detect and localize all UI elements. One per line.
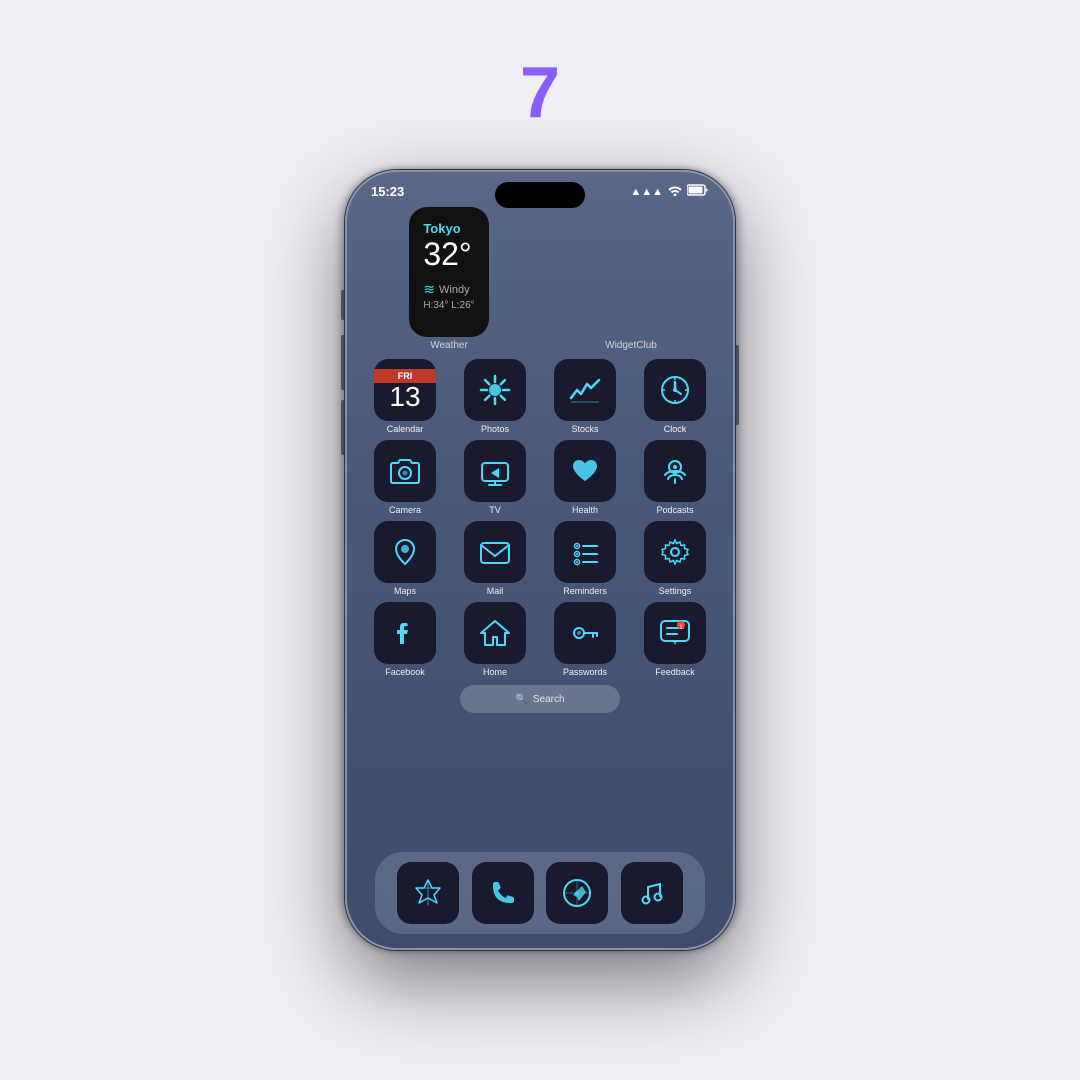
tv-icon (464, 440, 526, 502)
status-icons: ▲▲▲ (630, 184, 709, 199)
weather-city: Tokyo (423, 221, 474, 236)
facebook-label: Facebook (385, 667, 425, 677)
stocks-icon (554, 359, 616, 421)
clock-widget-container: 15:23 FRI, Sep.13 WidgetClub (545, 207, 717, 351)
passwords-icon (554, 602, 616, 664)
page-number: 7 (520, 52, 560, 134)
app-item-photos[interactable]: Photos (453, 359, 537, 434)
weather-label: Weather (430, 340, 468, 351)
app-item-tv[interactable]: TV (453, 440, 537, 515)
search-icon: 🔍 (515, 694, 527, 705)
home-content: Tokyo 32° ≋ Windy H:34° L:26° Weather (347, 199, 733, 713)
tv-label: TV (489, 505, 501, 515)
app-row-4: Facebook Home (363, 602, 717, 677)
app-item-facebook[interactable]: Facebook (363, 602, 447, 677)
cal-date: 13 (389, 383, 420, 411)
photos-label: Photos (481, 424, 509, 434)
dynamic-island (495, 182, 585, 208)
settings-icon (644, 521, 706, 583)
phone-body: 15:23 ▲▲▲ (345, 170, 735, 950)
mail-icon (464, 521, 526, 583)
feedback-label: Feedback (655, 667, 695, 677)
app-row-1: FRI 13 Calendar (363, 359, 717, 434)
dock-item-appstore[interactable] (397, 862, 459, 924)
clock-widget-label: WidgetClub (605, 340, 657, 351)
search-bar[interactable]: 🔍 Search (460, 685, 620, 713)
phone-screen: 15:23 ▲▲▲ (347, 172, 733, 948)
dock-item-music[interactable] (621, 862, 683, 924)
phone-device: 15:23 ▲▲▲ (345, 170, 735, 950)
weather-widget[interactable]: Tokyo 32° ≋ Windy H:34° L:26° (409, 207, 488, 337)
app-item-podcasts[interactable]: Podcasts (633, 440, 717, 515)
app-item-clock[interactable]: Clock (633, 359, 717, 434)
app-item-reminders[interactable]: Reminders (543, 521, 627, 596)
status-time: 15:23 (371, 184, 404, 199)
podcasts-label: Podcasts (656, 505, 693, 515)
podcasts-icon (644, 440, 706, 502)
app-item-mail[interactable]: Mail (453, 521, 537, 596)
app-item-feedback[interactable]: ! Feedback (633, 602, 717, 677)
app-item-passwords[interactable]: Passwords (543, 602, 627, 677)
music-dock-icon (621, 862, 683, 924)
settings-label: Settings (659, 586, 692, 596)
weather-widget-container: Tokyo 32° ≋ Windy H:34° L:26° Weather (363, 207, 535, 351)
reminders-icon (554, 521, 616, 583)
clock-icon (644, 359, 706, 421)
maps-icon (374, 521, 436, 583)
weather-hl: H:34° L:26° (423, 300, 474, 311)
appstore-dock-icon (397, 862, 459, 924)
maps-label: Maps (394, 586, 416, 596)
reminders-label: Reminders (563, 586, 607, 596)
search-placeholder: Search (533, 694, 565, 705)
calendar-label: Calendar (387, 424, 424, 434)
home-icon (464, 602, 526, 664)
app-item-settings[interactable]: Settings (633, 521, 717, 596)
svg-text:!: ! (680, 625, 682, 631)
app-item-calendar[interactable]: FRI 13 Calendar (363, 359, 447, 434)
clock-label: Clock (664, 424, 687, 434)
app-item-health[interactable]: Health (543, 440, 627, 515)
dock-item-safari[interactable] (546, 862, 608, 924)
photos-icon (464, 359, 526, 421)
health-icon (554, 440, 616, 502)
camera-icon (374, 440, 436, 502)
dock-item-phone[interactable] (472, 862, 534, 924)
widgets-row: Tokyo 32° ≋ Windy H:34° L:26° Weather (363, 207, 717, 351)
battery-icon (687, 184, 709, 199)
health-label: Health (572, 505, 598, 515)
weather-condition: Windy (439, 284, 470, 296)
home-label: Home (483, 667, 507, 677)
weather-temp: 32° (423, 236, 474, 273)
phone-dock-icon (472, 862, 534, 924)
mail-label: Mail (487, 586, 504, 596)
passwords-label: Passwords (563, 667, 607, 677)
safari-dock-icon (546, 862, 608, 924)
app-row-3: Maps Mail (363, 521, 717, 596)
dock (375, 852, 705, 934)
app-item-camera[interactable]: Camera (363, 440, 447, 515)
wifi-icon (668, 184, 682, 199)
stocks-label: Stocks (571, 424, 598, 434)
app-item-maps[interactable]: Maps (363, 521, 447, 596)
camera-label: Camera (389, 505, 421, 515)
app-item-stocks[interactable]: Stocks (543, 359, 627, 434)
app-row-2: Camera TV (363, 440, 717, 515)
signal-icon: ▲▲▲ (630, 186, 663, 198)
facebook-icon (374, 602, 436, 664)
calendar-icon: FRI 13 (374, 359, 436, 421)
feedback-icon: ! (644, 602, 706, 664)
power-button[interactable] (735, 345, 739, 425)
wind-icon: ≋ (423, 281, 435, 298)
app-item-home[interactable]: Home (453, 602, 537, 677)
